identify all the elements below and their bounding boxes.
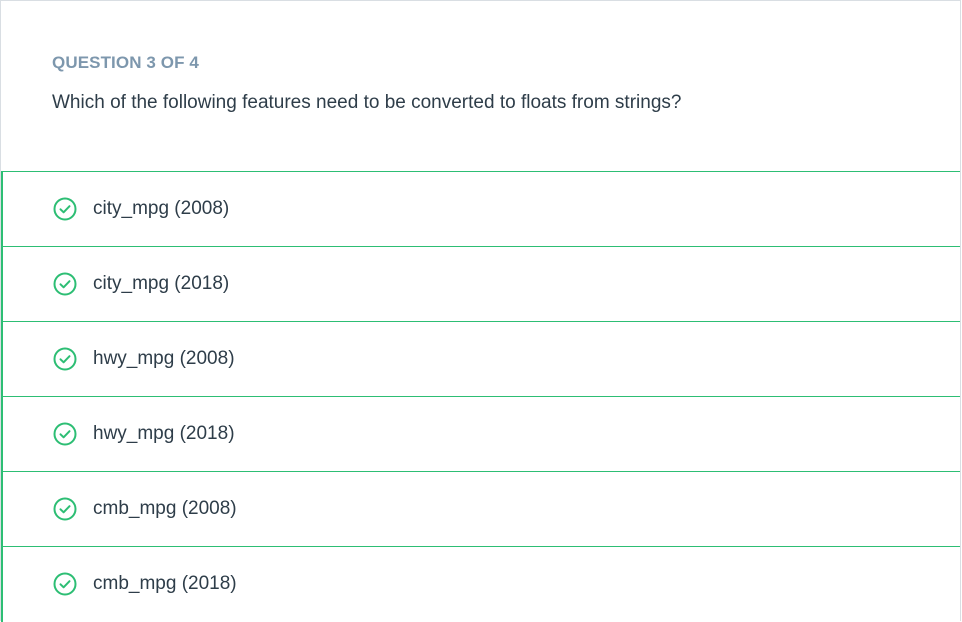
answer-option-hwy-mpg-2008[interactable]: hwy_mpg (2008) [1, 322, 960, 397]
question-text: Which of the following features need to … [52, 92, 682, 113]
answer-option-label: cmb_mpg (2018) [93, 573, 237, 594]
check-circle-icon [53, 197, 77, 221]
answer-option-cmb-mpg-2018[interactable]: cmb_mpg (2018) [1, 547, 960, 622]
question-counter: QUESTION 3 OF 4 [52, 53, 199, 72]
answer-option-label: hwy_mpg (2018) [93, 423, 235, 444]
answer-option-city-mpg-2008[interactable]: city_mpg (2008) [1, 172, 960, 247]
answer-option-label: city_mpg (2008) [93, 198, 230, 219]
check-circle-icon [53, 347, 77, 371]
check-circle-icon [53, 497, 77, 521]
answer-option-label: cmb_mpg (2008) [93, 498, 237, 519]
question-header: QUESTION 3 OF 4 Which of the following f… [1, 1, 960, 172]
answer-option-city-mpg-2018[interactable]: city_mpg (2018) [1, 247, 960, 322]
answer-option-label: hwy_mpg (2008) [93, 348, 235, 369]
quiz-card: QUESTION 3 OF 4 Which of the following f… [0, 0, 961, 622]
check-circle-icon [53, 272, 77, 296]
answer-option-cmb-mpg-2008[interactable]: cmb_mpg (2008) [1, 472, 960, 547]
check-circle-icon [53, 572, 77, 596]
check-circle-icon [53, 422, 77, 446]
answer-option-label: city_mpg (2018) [93, 273, 230, 294]
answer-option-hwy-mpg-2018[interactable]: hwy_mpg (2018) [1, 397, 960, 472]
answer-options: city_mpg (2008) city_mpg (2018) hwy_mpg … [1, 172, 960, 622]
